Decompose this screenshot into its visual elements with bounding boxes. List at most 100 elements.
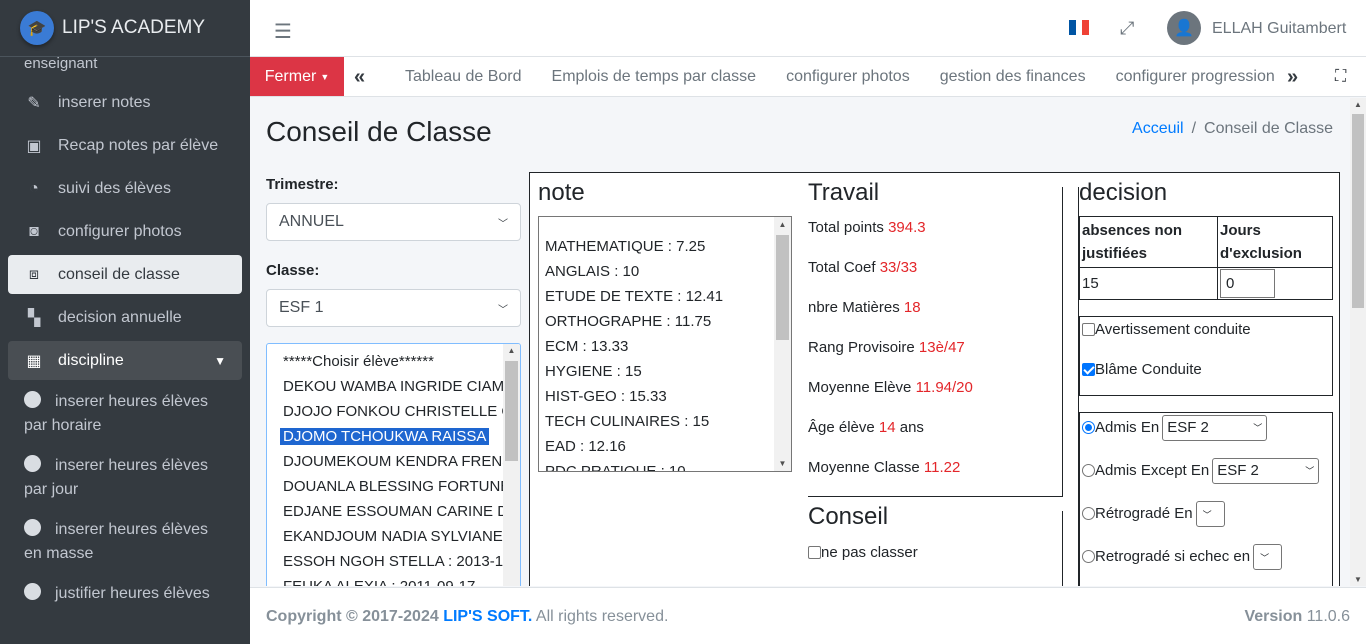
admis-en-label: Admis En: [1095, 418, 1160, 436]
tab-configurer-photos[interactable]: configurer photos: [771, 57, 925, 96]
sidebar-subitem-label: inserer heures élèves en masse: [24, 521, 208, 562]
matieres-label: nbre Matières: [808, 299, 900, 316]
page-scrollbar[interactable]: ▲ ▼: [1350, 98, 1366, 586]
tab-gestion-finances[interactable]: gestion des finances: [925, 57, 1101, 96]
list-item[interactable]: *****Choisir élève******: [267, 349, 520, 374]
scrollbar-thumb[interactable]: [1352, 114, 1364, 308]
sidebar-item-label: conseil de classe: [58, 265, 180, 283]
fullscreen-icon[interactable]: ⤢: [1120, 18, 1134, 39]
sidebar-item-recap-notes[interactable]: ▣ Recap notes par élève: [8, 126, 242, 165]
travail-title: Travail: [808, 179, 880, 206]
list-item-label: EDJANE ESSOUMAN CARINE DI: [283, 503, 513, 520]
checkbox[interactable]: [808, 546, 821, 559]
eleve-listbox[interactable]: *****Choisir élève****** DEKOU WAMBA ING…: [266, 343, 521, 586]
trimestre-select[interactable]: ANNUEL ﹀: [266, 203, 521, 241]
brand-link[interactable]: 🎓 LIP'S ACADEMY: [0, 0, 250, 57]
object-group-icon: ⧈: [28, 265, 40, 283]
sidebar-item-label: decision annuelle: [58, 308, 182, 326]
classe-label: Classe:: [266, 262, 320, 279]
chevron-down-icon: ▼: [214, 353, 226, 368]
ne-pas-classer-checkbox[interactable]: ne pas classer: [808, 544, 918, 561]
french-flag-icon[interactable]: [1069, 20, 1090, 35]
checkbox-checked[interactable]: [1082, 363, 1095, 376]
sidebar-subitem-justifier-heures[interactable]: justifier heures élèves: [8, 576, 242, 612]
scroll-down-icon[interactable]: ▼: [774, 459, 791, 468]
admis-except-select[interactable]: ESF 2 ﹀: [1212, 458, 1320, 484]
rights-text: All rights reserved.: [535, 608, 669, 625]
scroll-up-icon[interactable]: ▲: [774, 220, 791, 229]
list-item[interactable]: FEUKA ALEXIA : 2011-09-17: [267, 574, 520, 586]
list-item-selected[interactable]: DJOMO TCHOUKWA RAISSA: [267, 424, 520, 449]
avatar[interactable]: 👤: [1167, 11, 1201, 45]
admis-except-radio[interactable]: Admis Except En ESF 2 ﹀: [1082, 458, 1320, 484]
avertissement-checkbox[interactable]: Avertissement conduite: [1082, 321, 1251, 338]
list-item[interactable]: ESSOH NGOH STELLA : 2013-11: [267, 549, 520, 574]
scroll-down-icon[interactable]: ▼: [1350, 575, 1366, 584]
notes-listbox[interactable]: MATHEMATIQUE : 7.25 ANGLAIS : 10 ETUDE D…: [538, 216, 792, 472]
user-name[interactable]: ELLAH Guitambert: [1212, 20, 1346, 38]
checkbox[interactable]: [1082, 323, 1095, 336]
tab-scroll-right-icon[interactable]: »: [1287, 66, 1298, 89]
close-tabs-button[interactable]: Fermer ▼: [250, 57, 344, 96]
admis-except-label: Admis Except En: [1095, 461, 1210, 479]
sidebar-item-configurer-photos[interactable]: ◙ configurer photos: [8, 212, 242, 251]
radio-checked[interactable]: [1082, 420, 1095, 434]
sidebar-item-inserer-notes[interactable]: ✎ inserer notes: [8, 83, 242, 122]
retrograde-radio[interactable]: Rétrogradé En ﹀: [1082, 501, 1225, 527]
total-coef-value: 33/33: [879, 259, 918, 276]
sidebar-item-discipline[interactable]: ▦ discipline ▼: [8, 341, 242, 380]
travail-section: Travail Total points 394.3 Total Coef 33…: [808, 179, 1063, 497]
tab-fullscreen-icon[interactable]: ⛶: [1335, 68, 1346, 86]
list-item[interactable]: DJOJO FONKOU CHRISTELLE CHRI: [267, 399, 520, 424]
scroll-up-icon[interactable]: ▲: [503, 346, 520, 355]
sidebar-subitem-heures-jour[interactable]: inserer heures élèves par jour: [8, 448, 242, 508]
list-item[interactable]: DOUANLA BLESSING FORTUNE: [267, 474, 520, 499]
moyenne-eleve: Moyenne Elève 11.94/20: [808, 379, 973, 396]
scrollbar-thumb[interactable]: [776, 235, 789, 340]
eleve-list-scrollbar[interactable]: ▲: [503, 344, 520, 586]
list-item[interactable]: DJOUMEKOUM KENDRA FRENSH: [267, 449, 520, 474]
sidebar-item-decision-annuelle[interactable]: ▚ decision annuelle: [8, 298, 242, 337]
sidebar-item-suivi-eleves[interactable]: ◔ suivi des élèves: [8, 169, 242, 208]
list-item-label: DJOJO FONKOU CHRISTELLE CHRI: [283, 403, 520, 420]
age-label: Âge élève: [808, 419, 875, 436]
scrollbar-thumb[interactable]: [505, 361, 518, 461]
tab-emplois-de-temps[interactable]: Emplois de temps par classe: [537, 57, 772, 96]
sidebar-item-conseil-de-classe[interactable]: ⧈ conseil de classe: [8, 255, 242, 294]
blame-checkbox[interactable]: Blâme Conduite: [1082, 361, 1202, 378]
absences-value: 15: [1079, 267, 1218, 300]
tab-scroll-left-icon[interactable]: «: [354, 66, 365, 89]
sidebar-subitem-heures-masse[interactable]: inserer heures élèves en masse: [8, 512, 242, 572]
list-item[interactable]: DEKOU WAMBA INGRIDE CIAMA: [267, 374, 520, 399]
company-link[interactable]: LIP'S SOFT.: [443, 608, 532, 625]
admis-en-select[interactable]: ESF 2 ﹀: [1162, 415, 1268, 441]
sidebar-item-enseignant-cut[interactable]: enseignant: [0, 56, 250, 83]
retrograde-echec-radio[interactable]: Retrogradé si echec en ﹀: [1082, 544, 1283, 570]
chevron-down-icon: ﹀: [498, 304, 508, 316]
breadcrumb: Acceuil / Conseil de Classe: [1132, 120, 1333, 138]
list-item[interactable]: EDJANE ESSOUMAN CARINE DI: [267, 499, 520, 524]
retrograde-select[interactable]: ﹀: [1195, 501, 1225, 527]
list-item[interactable]: EKANDJOUM NADIA SYLVIANE: [267, 524, 520, 549]
radio[interactable]: [1082, 549, 1095, 563]
ne-pas-classer-label: ne pas classer: [821, 544, 918, 561]
admis-en-value: ESF 2: [1167, 419, 1209, 436]
exclusion-input[interactable]: 0: [1220, 269, 1275, 298]
tab-tableau-de-bord[interactable]: Tableau de Bord: [390, 57, 537, 96]
moyenne-label: Moyenne Elève: [808, 379, 912, 396]
chevron-down-icon: ﹀: [1305, 466, 1315, 476]
radio[interactable]: [1082, 463, 1095, 477]
radio[interactable]: [1082, 506, 1095, 520]
tab-configurer-progression[interactable]: configurer progression: [1101, 57, 1274, 96]
notes-scrollbar[interactable]: ▲ ▼: [774, 217, 791, 471]
scroll-up-icon[interactable]: ▲: [1350, 100, 1366, 109]
retrograde-echec-label: Retrogradé si echec en: [1095, 547, 1251, 565]
breadcrumb-home-link[interactable]: Acceuil: [1132, 120, 1184, 137]
admis-en-radio[interactable]: Admis En ESF 2 ﹀: [1082, 415, 1268, 441]
classe-select[interactable]: ESF 1 ﹀: [266, 289, 521, 327]
sanctions-box: Avertissement conduite Blâme Conduite: [1079, 316, 1333, 396]
retrograde-echec-select[interactable]: ﹀: [1253, 544, 1283, 570]
sidebar-subitem-heures-horaire[interactable]: inserer heures élèves par horaire: [8, 384, 242, 444]
sidebar-item-label: configurer photos: [58, 222, 182, 240]
menu-toggle-icon[interactable]: ☰: [274, 19, 292, 44]
